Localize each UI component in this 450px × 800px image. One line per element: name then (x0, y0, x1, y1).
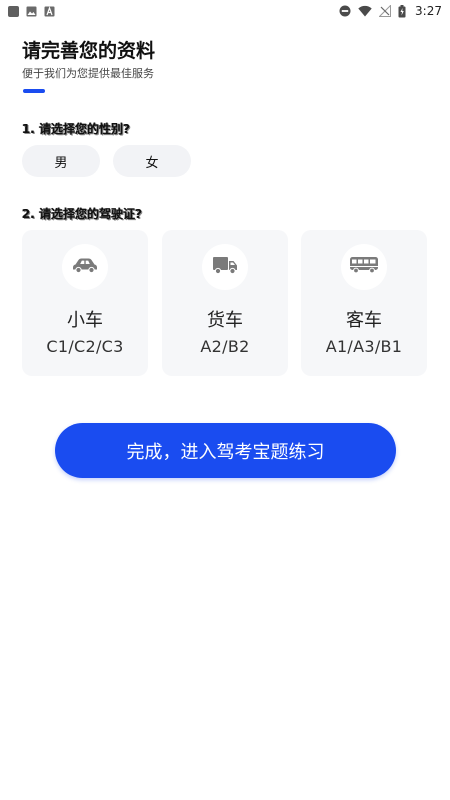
submit-button[interactable]: 完成，进入驾考宝题练习 (55, 423, 396, 478)
license-option-classes: A1/A3/B1 (325, 337, 403, 356)
page-subtitle: 便于我们为您提供最佳服务 (22, 67, 154, 80)
license-icon-circle (202, 244, 248, 290)
wifi-icon (358, 5, 372, 17)
do-not-disturb-icon (339, 5, 351, 17)
gender-option-female[interactable]: 女 (113, 145, 191, 177)
battery-icon (398, 4, 406, 18)
gender-option-label: 女 (145, 155, 159, 171)
license-option-name: 客车 (346, 310, 382, 331)
license-icon-circle (62, 244, 108, 290)
app-square-icon (8, 5, 19, 17)
status-bar-right: 3:27 (339, 4, 442, 18)
gender-option-male[interactable]: 男 (22, 145, 100, 177)
license-option-classes: C1/C2/C3 (46, 337, 124, 356)
license-icon-circle (341, 244, 387, 290)
gender-option-label: 男 (54, 155, 68, 171)
status-bar: 3:27 (0, 0, 450, 22)
font-a-icon (44, 5, 55, 17)
title-accent-bar (23, 89, 45, 93)
license-option-car[interactable]: 小车 C1/C2/C3 (22, 230, 148, 376)
no-signal-icon (379, 5, 392, 17)
gender-question-label: 1. 请选择您的性别? (22, 122, 131, 136)
license-option-classes: A2/B2 (200, 337, 250, 356)
license-option-truck[interactable]: 货车 A2/B2 (162, 230, 288, 376)
license-option-name: 货车 (207, 310, 243, 331)
license-question-label: 2. 请选择您的驾驶证? (22, 207, 143, 221)
license-option-bus[interactable]: 客车 A1/A3/B1 (301, 230, 427, 376)
truck-icon (212, 255, 238, 279)
status-bar-left (8, 5, 55, 17)
status-time: 3:27 (415, 4, 442, 18)
bus-icon (349, 256, 379, 278)
license-option-name: 小车 (67, 310, 103, 331)
page-title: 请完善您的资料 (22, 40, 156, 62)
car-icon (71, 256, 99, 278)
submit-button-label: 完成，进入驾考宝题练习 (126, 441, 325, 463)
image-icon (26, 6, 37, 17)
